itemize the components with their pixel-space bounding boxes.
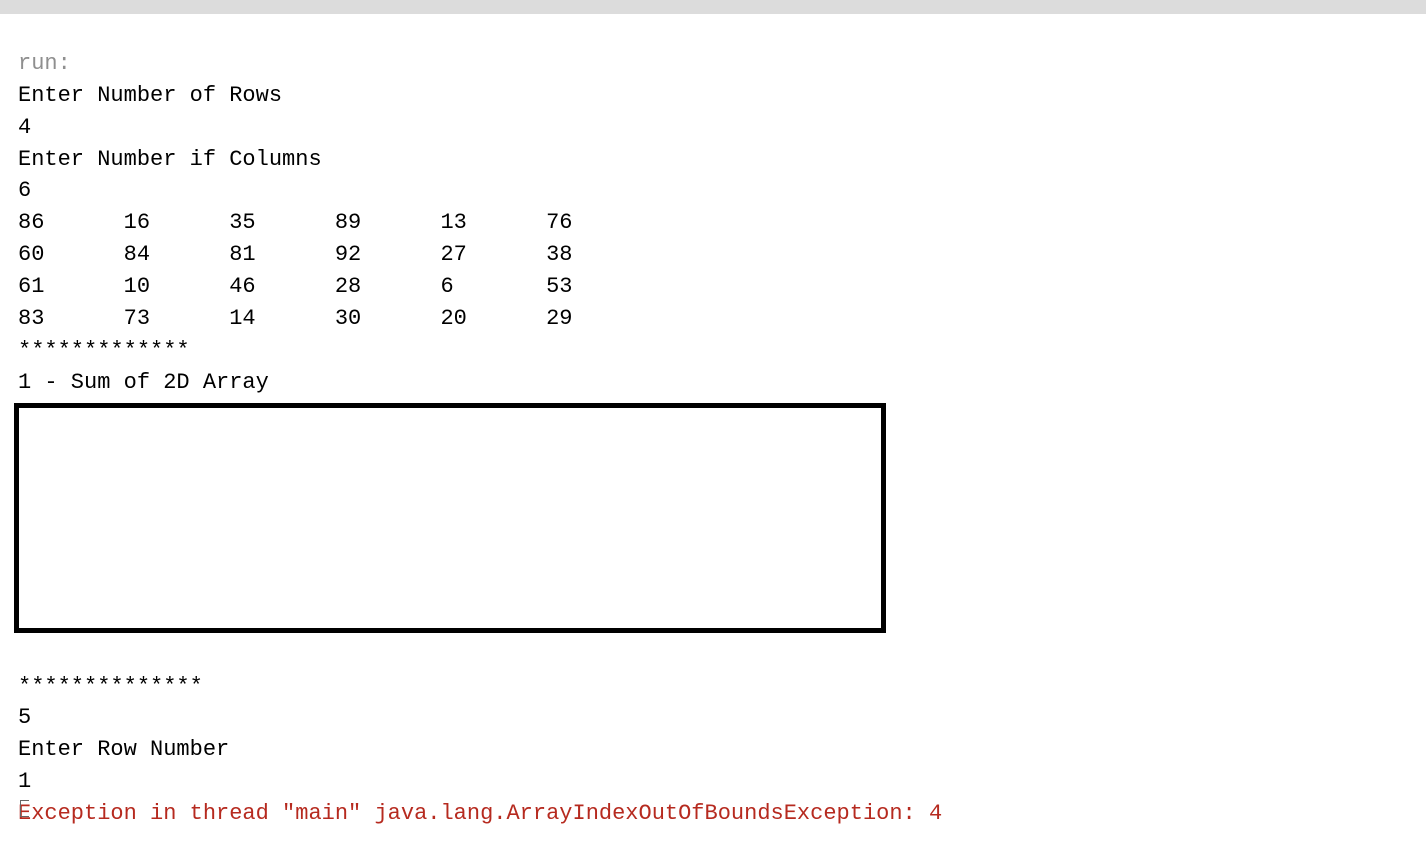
matrix-row-0: 86 16 35 89 13 76 [18, 210, 573, 235]
error-line-wrap: Exception in thread "main" java.lang.Arr… [18, 798, 1408, 830]
separator-1: ************* [18, 338, 190, 363]
prompt-row-number: Enter Row Number [18, 737, 229, 762]
cols-value: 6 [18, 178, 31, 203]
prompt-cols: Enter Number if Columns [18, 147, 322, 172]
rows-value: 4 [18, 115, 31, 140]
window-top-bar [0, 0, 1426, 14]
redaction-box [14, 403, 886, 633]
matrix-row-1: 60 84 81 92 27 38 [18, 242, 573, 267]
row-number-value: 1 [18, 769, 31, 794]
matrix-row-3: 83 73 14 30 20 29 [18, 306, 573, 331]
exception-text: Exception in thread "main" java.lang.Arr… [18, 801, 942, 826]
matrix-row-2: 61 10 46 28 6 53 [18, 274, 573, 299]
console-output[interactable]: run: Enter Number of Rows 4 Enter Number… [0, 14, 1426, 399]
menu-item-1: 1 - Sum of 2D Array [18, 370, 269, 395]
menu-choice: 5 [18, 705, 31, 730]
fold-icon[interactable] [18, 798, 34, 816]
prompt-rows: Enter Number of Rows [18, 83, 282, 108]
separator-2: ************** [18, 674, 203, 699]
run-label: run: [18, 51, 71, 76]
console-output-continued[interactable]: ************** 5 Enter Row Number 1 Exce… [0, 637, 1426, 862]
